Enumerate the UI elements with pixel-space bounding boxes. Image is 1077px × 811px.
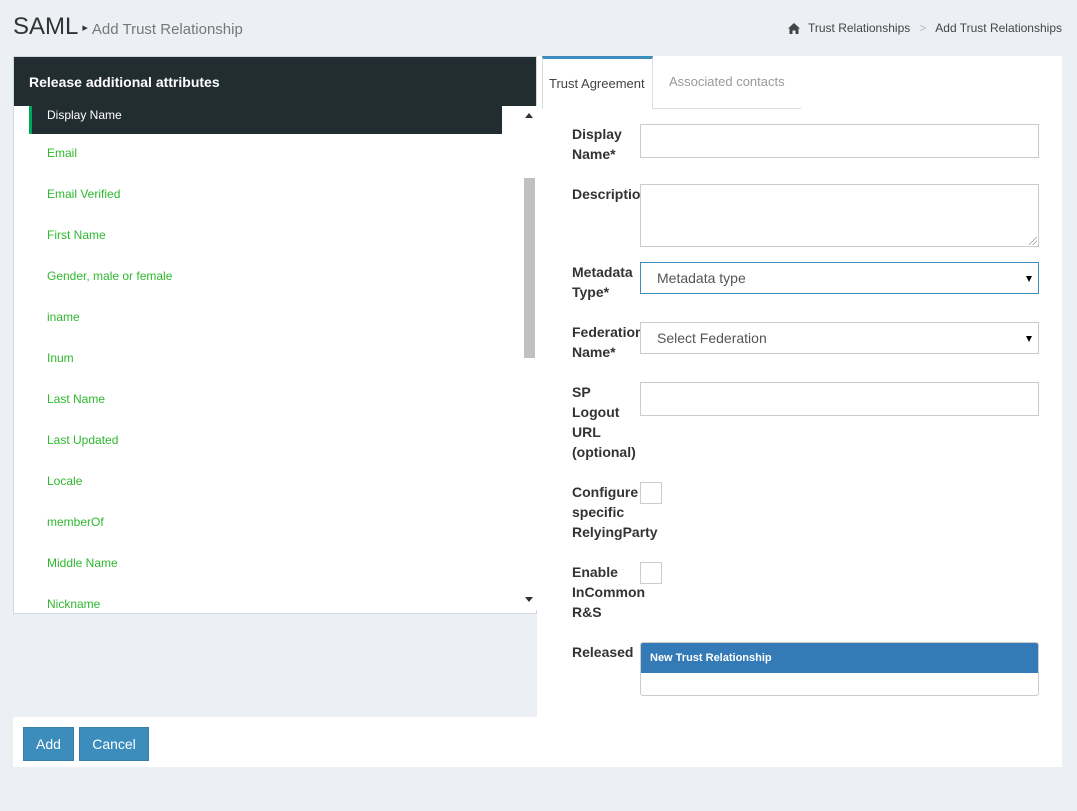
attribute-item[interactable]: First Name xyxy=(14,215,522,256)
caret-right-icon: ▸ xyxy=(82,22,88,34)
metadata-type-select[interactable]: Metadata type xyxy=(640,262,1039,294)
description-textarea[interactable] xyxy=(640,184,1039,247)
attribute-item[interactable]: memberOf xyxy=(14,502,522,543)
breadcrumb: Trust Relationships > Add Trust Relation… xyxy=(787,21,1062,35)
display-name-input[interactable] xyxy=(640,124,1039,158)
trust-form-panel: Trust Agreement Associated contacts Disp… xyxy=(537,56,1062,717)
attribute-item[interactable]: Last Name xyxy=(14,379,522,420)
attribute-item[interactable]: Email Verified xyxy=(14,174,522,215)
attribute-item[interactable]: Locale xyxy=(14,461,522,502)
release-attributes-panel: Release additional attributes Display Na… xyxy=(13,56,537,614)
attribute-item[interactable]: Nickname xyxy=(14,584,522,610)
tab-trust-agreement[interactable]: Trust Agreement xyxy=(542,56,653,109)
metadata-type-label: Metadata Type* xyxy=(572,264,633,300)
display-name-label: Display Name* xyxy=(572,126,622,162)
attribute-item[interactable]: Middle Name xyxy=(14,543,522,584)
metadata-type-value: Metadata type xyxy=(657,270,746,286)
attribute-list-scrollbar[interactable] xyxy=(523,106,537,610)
scroll-thumb[interactable] xyxy=(524,178,535,358)
page-title-main: SAML xyxy=(13,13,79,40)
released-box-title: New Trust Relationship xyxy=(641,643,1038,673)
tab-associated-contacts[interactable]: Associated contacts xyxy=(653,56,801,109)
federation-name-value: Select Federation xyxy=(657,330,767,346)
home-icon[interactable] xyxy=(787,22,800,34)
release-attributes-title: Release additional attributes xyxy=(14,57,536,106)
breadcrumb-add-trust-relationships: Add Trust Relationships xyxy=(935,21,1062,35)
federation-name-select[interactable]: Select Federation xyxy=(640,322,1039,354)
attribute-list: Display Name Email Email Verified First … xyxy=(14,106,522,610)
incommon-checkbox[interactable] xyxy=(640,562,662,584)
resize-handle-icon[interactable] xyxy=(1029,237,1037,245)
cancel-button[interactable]: Cancel xyxy=(79,727,149,761)
breadcrumb-trust-relationships[interactable]: Trust Relationships xyxy=(808,21,910,35)
released-attributes-box: New Trust Relationship xyxy=(640,642,1039,696)
attribute-item[interactable]: iname xyxy=(14,297,522,338)
form-footer: Add Cancel xyxy=(13,717,1062,767)
attribute-item[interactable]: Inum xyxy=(14,338,522,379)
sp-logout-label: SP Logout URL (optional) xyxy=(572,384,636,460)
chevron-down-icon xyxy=(1026,276,1032,282)
page-subtitle: Add Trust Relationship xyxy=(91,21,243,38)
attribute-item-display-name[interactable]: Display Name xyxy=(29,106,502,134)
page-title: SAML ▸ Add Trust Relationship xyxy=(13,13,243,41)
breadcrumb-separator: > xyxy=(919,21,927,35)
attribute-item[interactable]: Email xyxy=(14,133,522,174)
attribute-item[interactable]: Gender, male or female xyxy=(14,256,522,297)
released-label: Released xyxy=(572,644,634,660)
description-label: Description xyxy=(572,186,640,202)
configure-relying-party-checkbox[interactable] xyxy=(640,482,662,504)
scroll-up-icon[interactable] xyxy=(525,113,533,118)
sp-logout-url-input[interactable] xyxy=(640,382,1039,416)
scroll-down-icon[interactable] xyxy=(525,597,533,602)
federation-name-label: Federation Name* xyxy=(572,324,640,360)
attribute-item[interactable]: Last Updated xyxy=(14,420,522,461)
add-button[interactable]: Add xyxy=(23,727,74,761)
tab-bar: Trust Agreement Associated contacts xyxy=(542,56,801,109)
chevron-down-icon xyxy=(1026,336,1032,342)
